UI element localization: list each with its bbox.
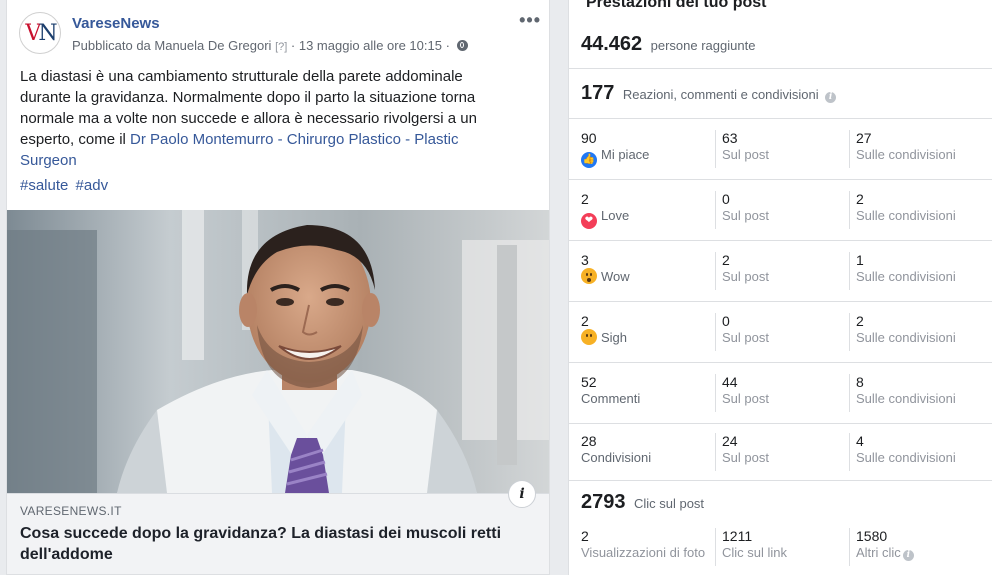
post-card: VN VareseNews Pubblicato da Manuela De G… xyxy=(6,0,550,575)
reach-row: 44.462 persone raggiunte xyxy=(569,18,992,68)
other-clicks-value: 1580 xyxy=(856,528,888,544)
sigh-on-shares: 2 xyxy=(856,313,864,329)
wow-on-post: 2 xyxy=(722,252,730,268)
globe-icon xyxy=(456,40,468,51)
clicks-label: Clic sul post xyxy=(633,496,705,511)
on-shares-label: Sulle condivisioni xyxy=(856,269,956,284)
sad-icon xyxy=(581,329,597,345)
page-name-link[interactable]: VareseNews xyxy=(72,15,160,32)
hashtag-salute[interactable]: #salute xyxy=(20,177,68,194)
love-on-shares: 2 xyxy=(856,191,864,207)
hashtags: #salute #adv xyxy=(20,177,111,194)
engagement-value: 177 xyxy=(581,82,615,104)
engagement-row: 177 Reazioni, commenti e condivisioni i xyxy=(569,68,992,118)
reaction-row-love: 2 ❤ Love 0 Sul post 2 Sulle condivisioni xyxy=(569,179,992,240)
page-avatar[interactable]: VN xyxy=(19,12,61,54)
like-total: 90 xyxy=(581,130,597,146)
reaction-row-like: 90 👍 Mi piace 63 Sul post 27 Sulle condiv… xyxy=(569,118,992,179)
on-post-label: Sul post xyxy=(722,147,769,162)
reach-label: persone raggiunte xyxy=(650,38,756,53)
shares-on-shares: 4 xyxy=(856,433,864,449)
wow-label: Wow xyxy=(601,269,630,284)
engagement-label: Reazioni, commenti e condivisioni xyxy=(622,87,819,102)
link-title[interactable]: Cosa succede dopo la gravidanza? La dias… xyxy=(20,523,540,565)
shares-row: 28 Condivisioni 24 Sul post 4 Sulle cond… xyxy=(569,423,992,480)
info-icon[interactable]: i xyxy=(902,550,914,561)
on-shares-label: Sulle condivisioni xyxy=(856,330,956,345)
comments-on-shares: 8 xyxy=(856,374,864,390)
wow-total: 3 xyxy=(581,252,589,268)
clicks-row: 2793 Clic sul post 2 Visualizzazioni di … xyxy=(569,480,992,575)
shares-on-post: 24 xyxy=(722,433,738,449)
info-icon[interactable]: i xyxy=(825,92,837,103)
wow-on-shares: 1 xyxy=(856,252,864,268)
sigh-label: Sigh xyxy=(601,330,628,345)
love-icon: ❤ xyxy=(581,213,597,229)
link-domain: VARESENEWS.IT xyxy=(20,504,122,518)
on-post-label: Sul post xyxy=(722,208,769,223)
avatar-letter-v: V xyxy=(25,20,41,46)
byline-date[interactable]: · 13 maggio alle ore 10:15 · xyxy=(287,38,453,53)
panel-title: Prestazioni del tuo post xyxy=(586,0,767,11)
more-options-button[interactable]: ••• xyxy=(519,10,541,31)
hashtag-adv[interactable]: #adv xyxy=(76,177,109,194)
on-shares-label: Sulle condivisioni xyxy=(856,147,956,162)
other-clicks-label: Altri clic xyxy=(856,545,901,560)
sigh-on-post: 0 xyxy=(722,313,730,329)
wow-icon xyxy=(581,268,597,284)
comments-label: Commenti xyxy=(581,391,641,406)
love-total: 2 xyxy=(581,191,589,207)
photo-views-value: 2 xyxy=(581,528,589,544)
avatar-letter-n: N xyxy=(38,20,57,46)
on-post-label: Sul post xyxy=(722,391,769,406)
link-preview[interactable]: i VARESENEWS.IT Cosa succede dopo la gra… xyxy=(7,480,549,574)
comments-total: 52 xyxy=(581,374,597,390)
post-text: La diastasi è una cambiamento struttural… xyxy=(20,66,510,171)
post-photo[interactable] xyxy=(7,210,549,493)
photo-views-label: Visualizzazioni di foto xyxy=(581,545,706,560)
link-clicks-label: Clic sul link xyxy=(722,545,788,560)
reaction-row-wow: 3 Wow 2 Sul post 1 Sulle condivisioni xyxy=(569,240,992,301)
like-label: Mi piace xyxy=(601,147,650,162)
byline-author[interactable]: Pubblicato da Manuela De Gregori xyxy=(72,38,271,53)
like-on-post: 63 xyxy=(722,130,738,146)
like-icon: 👍 xyxy=(581,152,597,168)
link-clicks-value: 1211 xyxy=(722,528,753,544)
on-shares-label: Sulle condivisioni xyxy=(856,391,956,406)
info-icon[interactable]: i xyxy=(508,480,536,508)
reaction-row-sigh: 2 Sigh 0 Sul post 2 Sulle condivisioni xyxy=(569,301,992,362)
comments-on-post: 44 xyxy=(722,374,738,390)
byline-help[interactable]: [?] xyxy=(275,41,287,53)
on-shares-label: Sulle condivisioni xyxy=(856,208,956,223)
reach-value: 44.462 xyxy=(581,33,643,55)
on-post-label: Sul post xyxy=(722,330,769,345)
like-on-shares: 27 xyxy=(856,130,872,146)
shares-total: 28 xyxy=(581,433,597,449)
post-byline: Pubblicato da Manuela De Gregori [?] · 1… xyxy=(72,38,468,53)
love-label: Love xyxy=(601,208,630,223)
sigh-total: 2 xyxy=(581,313,589,329)
shares-label: Condivisioni xyxy=(581,450,652,465)
on-post-label: Sul post xyxy=(722,450,769,465)
comments-row: 52 Commenti 44 Sul post 8 Sulle condivis… xyxy=(569,362,992,423)
on-shares-label: Sulle condivisioni xyxy=(856,450,956,465)
on-post-label: Sul post xyxy=(722,269,769,284)
post-insights-panel: Prestazioni del tuo post 44.462 persone … xyxy=(568,0,992,575)
clicks-value: 2793 xyxy=(581,491,626,513)
doctor-photo-illustration xyxy=(7,210,549,493)
love-on-post: 0 xyxy=(722,191,730,207)
